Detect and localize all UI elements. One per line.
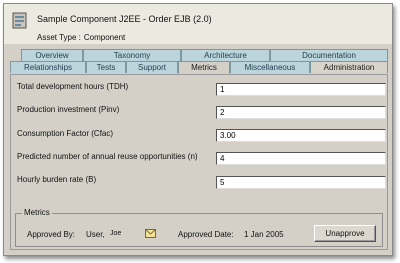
tab-administration[interactable]: Administration — [310, 61, 388, 73]
tab-support[interactable]: Support — [126, 61, 178, 73]
approved-by-value: User, — [86, 230, 105, 239]
cfac-label: Consumption Factor (Cfac) — [17, 129, 114, 138]
tab-metrics[interactable]: Metrics — [178, 61, 230, 74]
tab-documentation[interactable]: Documentation — [270, 49, 388, 61]
tab-relationships[interactable]: Relationships — [10, 61, 86, 73]
asset-type: Asset Type : Component — [37, 33, 125, 42]
tdh-label: Total development hours (TDH) — [17, 82, 129, 91]
burden-rate-input[interactable] — [216, 176, 386, 189]
tab-architecture[interactable]: Architecture — [181, 49, 270, 61]
metrics-legend: Metrics — [22, 208, 52, 217]
approved-date-label: Approved Date: — [178, 230, 234, 239]
approved-date-value: 1 Jan 2005 — [244, 230, 284, 239]
metrics-groupbox: Metrics Approved By: User, Joe Approved … — [15, 208, 383, 247]
tab-tests[interactable]: Tests — [86, 61, 126, 73]
reuse-opportunities-input[interactable] — [216, 152, 386, 165]
asset-type-label: Asset Type : — [37, 33, 81, 42]
cfac-input[interactable] — [216, 129, 386, 142]
asset-type-value: Component — [83, 33, 126, 42]
pinv-label: Production investment (Pinv) — [17, 105, 120, 114]
metrics-panel: Total development hours (TDH) Production… — [10, 74, 388, 250]
tab-overview[interactable]: Overview — [21, 49, 83, 61]
tdh-input[interactable] — [216, 83, 386, 96]
asset-header: Sample Component J2EE - Order EJB (2.0) … — [4, 4, 392, 44]
approved-by-first-name: Joe — [110, 230, 122, 237]
unapprove-button[interactable]: Unapprove — [314, 225, 376, 242]
asset-window: Sample Component J2EE - Order EJB (2.0) … — [3, 3, 393, 256]
envelope-icon[interactable] — [145, 229, 156, 238]
reuse-opportunities-label: Predicted number of annual reuse opportu… — [17, 152, 198, 161]
approved-by-label: Approved By: — [27, 230, 76, 239]
pinv-input[interactable] — [216, 106, 386, 119]
tab-miscellaneous[interactable]: Miscellaneous — [230, 61, 310, 73]
page-title: Sample Component J2EE - Order EJB (2.0) — [37, 14, 212, 24]
component-icon — [12, 12, 27, 29]
burden-rate-label: Hourly burden rate (B) — [17, 175, 97, 184]
tab-taxonomy[interactable]: Taxonomy — [83, 49, 181, 61]
